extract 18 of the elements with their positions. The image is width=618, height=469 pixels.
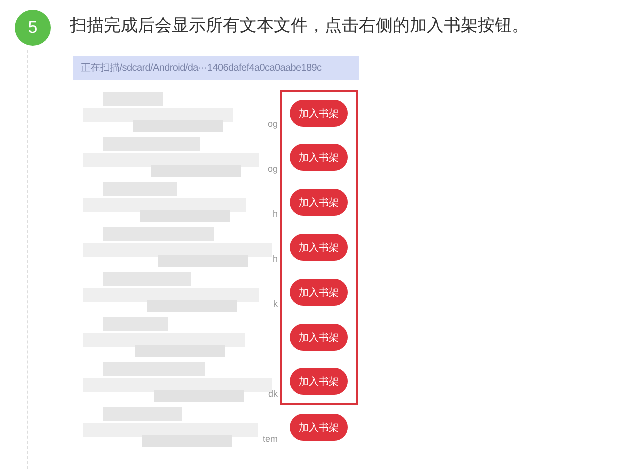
add-to-shelf-button[interactable]: 加入书架	[290, 189, 348, 216]
add-to-shelf-button[interactable]: 加入书架	[290, 144, 348, 171]
add-to-shelf-button[interactable]: 加入书架	[290, 100, 348, 127]
step-instruction: 扫描完成后会显示所有文本文件，点击右侧的加入书架按钮。	[70, 15, 529, 37]
add-to-shelf-button[interactable]: 加入书架	[290, 368, 348, 395]
add-to-shelf-button[interactable]: 加入书架	[290, 324, 348, 351]
step-number: 5	[15, 10, 51, 46]
add-to-shelf-button[interactable]: 加入书架	[290, 414, 348, 441]
file-name: og	[268, 119, 278, 129]
file-name: k	[274, 299, 278, 309]
file-name: tem	[262, 434, 278, 444]
file-name: h	[272, 209, 278, 219]
add-to-shelf-button[interactable]: 加入书架	[290, 234, 348, 261]
file-name: dk	[268, 389, 278, 399]
scan-status: 正在扫描/sdcard/Android/da···1406dafef4a0ca0aabe189c	[73, 56, 359, 80]
file-name: og	[268, 164, 278, 174]
file-name: h	[272, 254, 278, 264]
add-to-shelf-button[interactable]: 加入书架	[290, 279, 348, 306]
